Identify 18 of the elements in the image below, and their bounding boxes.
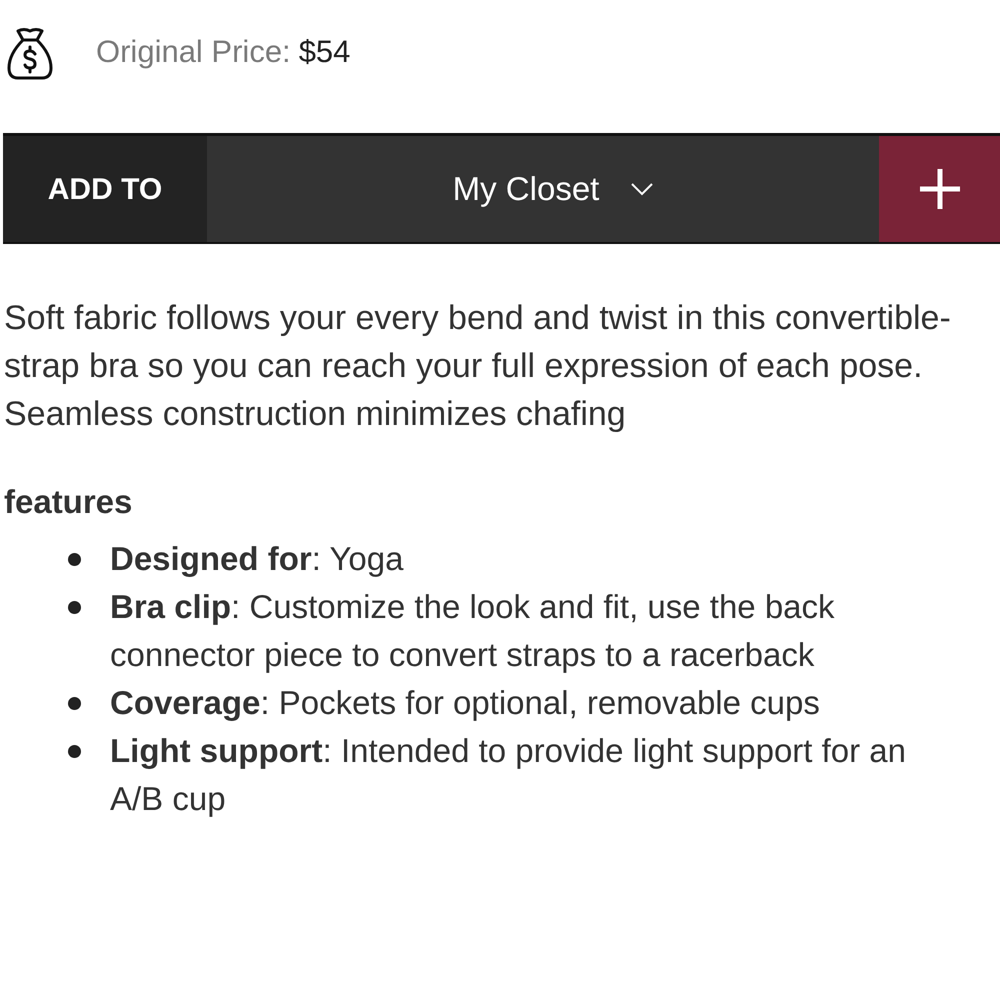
plus-icon	[920, 169, 960, 209]
bullet-icon	[68, 744, 81, 758]
closet-dropdown[interactable]: My Closet	[207, 136, 879, 242]
product-description: Soft fabric follows your every bend and twist in this convertible-strap bra so you can reach your full expression of each pose. Seamless construction minimizes chafing	[4, 298, 952, 435]
add-button[interactable]	[879, 136, 1000, 242]
price-label: Original Price:	[96, 33, 291, 72]
add-to-label: ADD TO	[3, 136, 207, 242]
bullet-icon	[68, 696, 81, 710]
money-bag-icon	[6, 26, 54, 80]
bullet-icon	[68, 552, 81, 566]
feature-text: Designed for: Yoga	[110, 539, 404, 579]
features-heading: features	[4, 482, 134, 522]
feature-text: Coverage: Pockets for optional, removable cups	[110, 683, 821, 723]
chevron-down-icon	[631, 182, 654, 196]
feature-text: Light support: Intended to provide light support for an A/B cup	[110, 731, 908, 819]
bullet-icon	[68, 600, 81, 614]
feature-text: Bra clip: Customize the look and fit, use the back connector piece to convert straps to a racerback	[110, 587, 836, 675]
price-value: $54	[298, 33, 350, 72]
